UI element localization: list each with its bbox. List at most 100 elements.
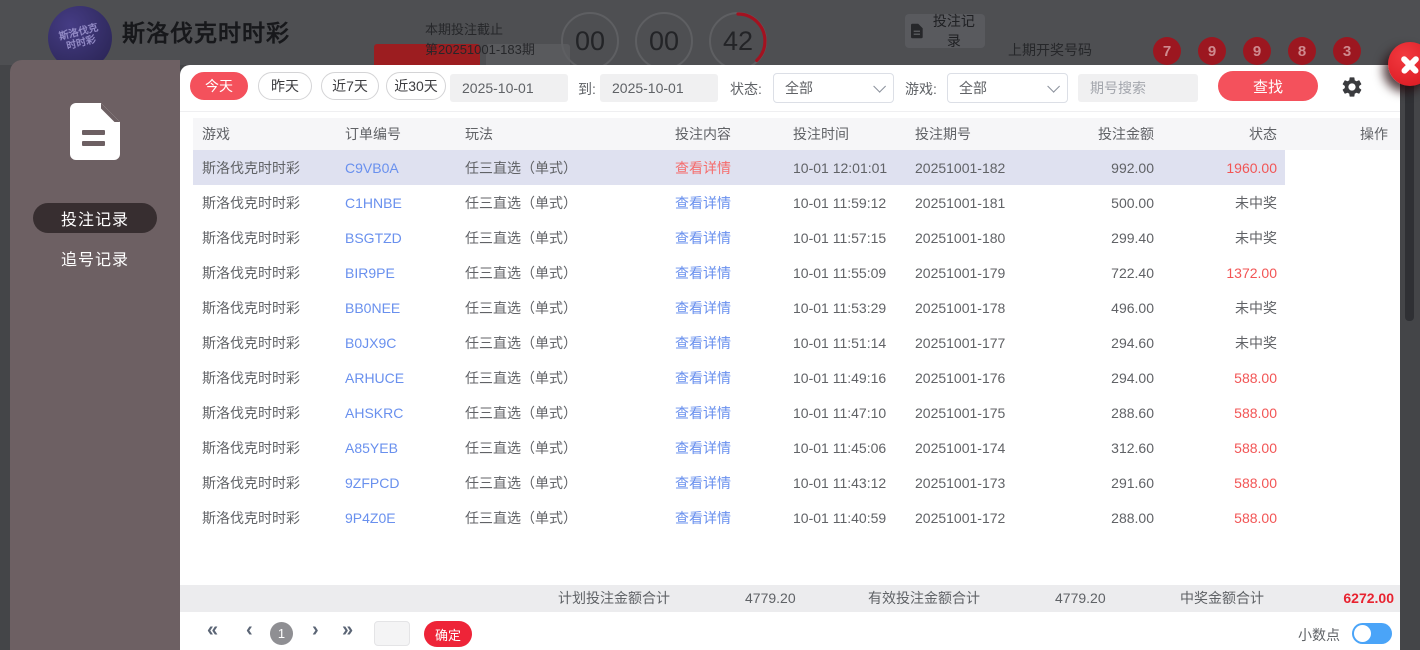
current-page-indicator[interactable]: 1	[270, 622, 293, 645]
search-button[interactable]: 查找	[1218, 71, 1318, 101]
countdown-minutes: 00	[635, 12, 693, 65]
date-from-input[interactable]	[450, 74, 568, 102]
status-select[interactable]: 全部	[773, 73, 894, 103]
range-30days-button[interactable]: 近30天	[386, 72, 446, 100]
cell-time: 10-01 11:59:12	[793, 194, 887, 211]
range-7days-button[interactable]: 近7天	[321, 72, 379, 100]
cell-status: 588.00	[1234, 474, 1277, 491]
cell-period: 20251001-176	[915, 369, 1006, 386]
order-link[interactable]: B0JX9C	[345, 335, 460, 351]
detail-link[interactable]: 查看详情	[675, 298, 790, 318]
cell-play: 任三直选（单式）	[465, 194, 577, 211]
decimal-toggle[interactable]	[1352, 623, 1392, 644]
summary-bar: 计划投注金额合计 4779.20 有效投注金额合计 4779.20 中奖金额合计…	[180, 585, 1400, 612]
cell-period: 20251001-179	[915, 264, 1006, 281]
cell-status: 1372.00	[1226, 264, 1277, 281]
cell-amount: 496.00	[1111, 299, 1154, 316]
table-row: 斯洛伐克时时彩 BB0NEE 任三直选（单式） 查看详情 10-01 11:53…	[193, 290, 1400, 325]
cell-period: 20251001-178	[915, 299, 1006, 316]
detail-link[interactable]: 查看详情	[675, 508, 790, 528]
pagination-bar: « ‹ 1 › » 确定 小数点	[180, 617, 1400, 650]
detail-link[interactable]: 查看详情	[675, 263, 790, 283]
order-link[interactable]: A85YEB	[345, 440, 460, 456]
cell-play: 任三直选（单式）	[465, 299, 577, 316]
page-jump-confirm-button[interactable]: 确定	[424, 621, 472, 647]
table-row: 斯洛伐克时时彩 BIR9PE 任三直选（单式） 查看详情 10-01 11:55…	[193, 255, 1400, 290]
cell-period: 20251001-180	[915, 229, 1006, 246]
order-link[interactable]: C9VB0A	[345, 160, 460, 176]
detail-link[interactable]: 查看详情	[675, 333, 790, 353]
detail-link[interactable]: 查看详情	[675, 193, 790, 213]
cell-status: 588.00	[1234, 404, 1277, 421]
table-row: 斯洛伐克时时彩 C9VB0A 任三直选（单式） 查看详情 10-01 12:01…	[193, 150, 1400, 185]
win-total-value: 6272.00	[1343, 590, 1394, 606]
game-select[interactable]: 全部	[947, 73, 1068, 103]
bet-records-modal: 今天 昨天 近7天 近30天 到: 状态: 全部 游戏: 全部 查找	[180, 65, 1400, 650]
order-link[interactable]: BB0NEE	[345, 300, 460, 316]
range-today-button[interactable]: 今天	[190, 72, 248, 100]
date-to-input[interactable]	[600, 74, 718, 102]
period-search-input[interactable]	[1078, 74, 1198, 102]
col-order: 订单编号	[345, 126, 401, 142]
order-link[interactable]: AHSKRC	[345, 405, 460, 421]
cell-amount: 294.60	[1111, 334, 1154, 351]
col-status: 状态	[1249, 126, 1277, 142]
next-page-button[interactable]: ›	[312, 619, 319, 642]
cell-time: 10-01 11:49:16	[793, 369, 887, 386]
col-time: 投注时间	[793, 126, 849, 142]
col-play: 玩法	[465, 126, 493, 142]
range-yesterday-button[interactable]: 昨天	[258, 72, 312, 100]
order-link[interactable]: 9ZFPCD	[345, 475, 460, 491]
detail-link[interactable]: 查看详情	[675, 473, 790, 493]
col-game: 游戏	[202, 126, 230, 142]
deadline-label: 本期投注截止	[425, 22, 504, 37]
records-button[interactable]: 投注记录	[905, 13, 985, 49]
order-link[interactable]: BIR9PE	[345, 265, 460, 281]
current-period: 第20251001-183期	[425, 42, 535, 57]
detail-link[interactable]: 查看详情	[675, 228, 790, 248]
draw-ball: 3	[1333, 37, 1361, 65]
cell-play: 任三直选（单式）	[465, 509, 577, 526]
page-jump-input[interactable]	[374, 621, 410, 646]
screen: 斯洛伐克时时彩 斯洛伐克时时彩 本期投注截止 第20251001-183期 00…	[0, 0, 1420, 650]
decimal-toggle-label: 小数点	[1298, 627, 1340, 643]
sidebar-item-bet-records[interactable]: 投注记录	[33, 203, 157, 233]
cell-time: 10-01 11:51:14	[793, 334, 887, 351]
col-action: 操作	[1360, 126, 1388, 142]
records-button-label: 投注记录	[932, 13, 975, 49]
cell-period: 20251001-175	[915, 404, 1006, 421]
prev-page-button[interactable]: ‹	[246, 619, 253, 642]
page-scrollbar-thumb[interactable]	[1405, 66, 1414, 321]
cell-time: 10-01 11:57:15	[793, 229, 887, 246]
detail-link[interactable]: 查看详情	[675, 403, 790, 423]
logo-text: 斯洛伐克时时彩	[57, 22, 100, 53]
cell-time: 10-01 11:43:12	[793, 474, 887, 491]
order-link[interactable]: BSGTZD	[345, 230, 460, 246]
cell-time: 10-01 11:53:29	[793, 299, 887, 316]
cell-game: 斯洛伐克时时彩	[202, 334, 300, 351]
cell-status: 588.00	[1234, 439, 1277, 456]
sidebar-item-chase-records[interactable]: 追号记录	[33, 243, 157, 273]
first-page-button[interactable]: «	[207, 619, 218, 642]
detail-link[interactable]: 查看详情	[675, 438, 790, 458]
cell-period: 20251001-172	[915, 509, 1006, 526]
order-link[interactable]: ARHUCE	[345, 370, 460, 386]
col-content: 投注内容	[675, 126, 731, 142]
cell-game: 斯洛伐克时时彩	[202, 369, 300, 386]
last-page-button[interactable]: »	[342, 619, 353, 642]
deadline-block: 本期投注截止 第20251001-183期	[425, 20, 535, 60]
cell-game: 斯洛伐克时时彩	[202, 159, 300, 176]
detail-link[interactable]: 查看详情	[675, 368, 790, 388]
cell-period: 20251001-182	[915, 159, 1006, 176]
order-link[interactable]: 9P4Z0E	[345, 510, 460, 526]
cell-play: 任三直选（单式）	[465, 229, 577, 246]
cell-play: 任三直选（单式）	[465, 439, 577, 456]
order-link[interactable]: C1HNBE	[345, 195, 460, 211]
valid-total-value: 4779.20	[1055, 590, 1106, 606]
settings-button[interactable]	[1340, 75, 1364, 99]
detail-link[interactable]: 查看详情	[675, 158, 790, 178]
table-row: 斯洛伐克时时彩 9P4Z0E 任三直选（单式） 查看详情 10-01 11:40…	[193, 500, 1400, 535]
table-row: 斯洛伐克时时彩 A85YEB 任三直选（单式） 查看详情 10-01 11:45…	[193, 430, 1400, 465]
cell-time: 10-01 11:47:10	[793, 404, 887, 421]
cell-game: 斯洛伐克时时彩	[202, 299, 300, 316]
